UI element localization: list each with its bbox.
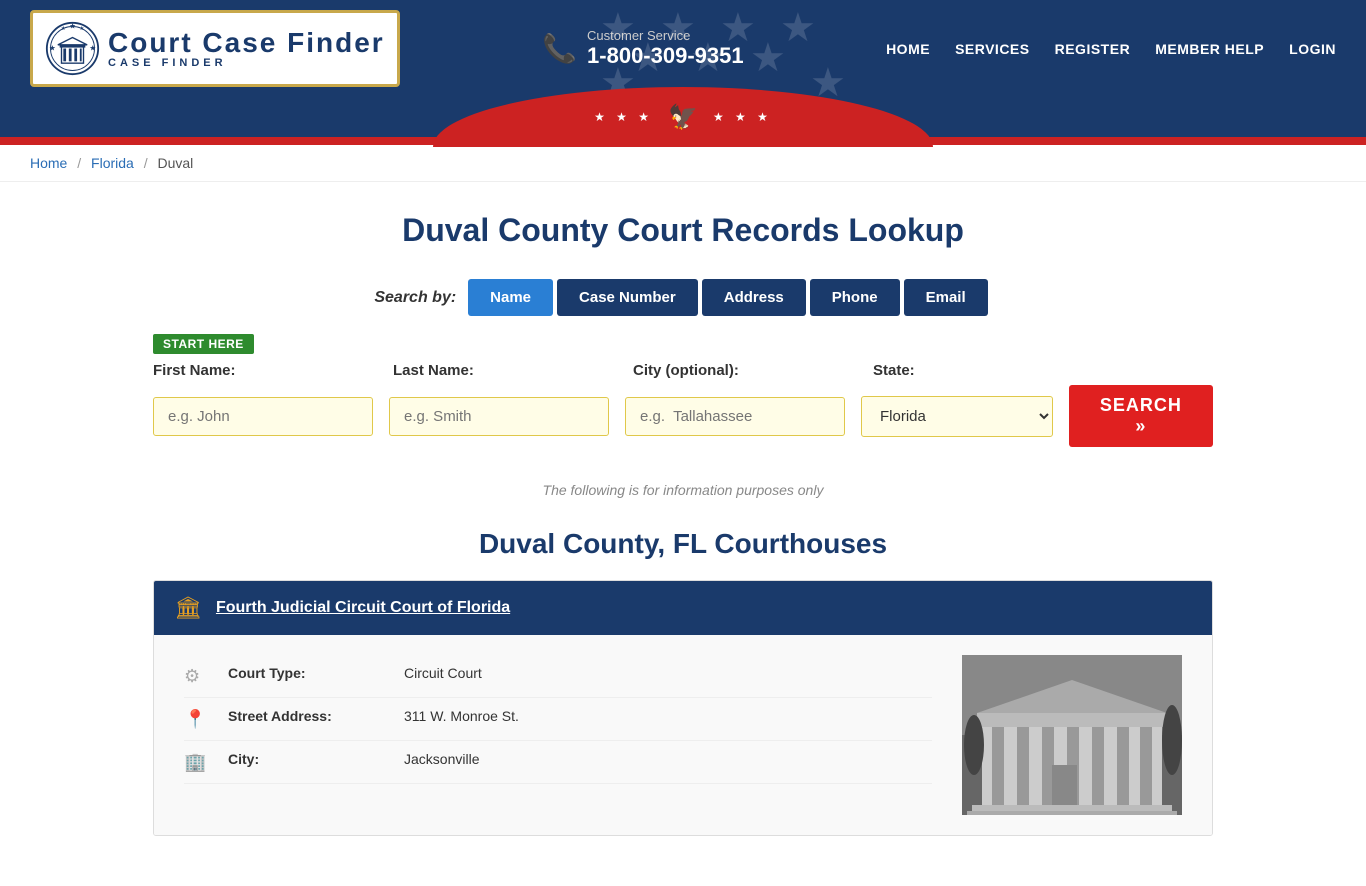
court-type-value: Circuit Court — [404, 665, 482, 681]
court-type-label: Court Type: — [228, 665, 388, 681]
nav-services[interactable]: SERVICES — [955, 41, 1030, 57]
search-form: START HERE First Name: Last Name: City (… — [153, 324, 1213, 467]
first-name-input[interactable] — [153, 397, 373, 436]
svg-text:★: ★ — [69, 21, 76, 30]
courthouse-image — [962, 655, 1182, 815]
city-detail-value: Jacksonville — [404, 751, 479, 767]
detail-row-court-type: ⚙ Court Type: Circuit Court — [184, 655, 932, 698]
eagle-icon: 🦅 — [668, 103, 698, 132]
breadcrumb-sep-2: / — [144, 155, 148, 171]
nav-member-help[interactable]: MEMBER HELP — [1155, 41, 1264, 57]
city-icon: 🏢 — [184, 752, 212, 773]
arch-eagle: ★ ★ ★ 🦅 ★ ★ ★ — [594, 103, 772, 132]
arch-stars-left: ★ ★ ★ — [594, 110, 653, 124]
search-by-label: Search by: — [374, 289, 456, 307]
courthouse-header: 🏛 Fourth Judicial Circuit Court of Flori… — [154, 581, 1212, 635]
nav-login[interactable]: LOGIN — [1289, 41, 1336, 57]
customer-service: 📞 Customer Service 1-800-309-9351 — [542, 28, 743, 69]
search-button[interactable]: SEARCH » — [1069, 385, 1213, 447]
form-inputs-row: Florida Alabama Georgia California SEARC… — [153, 385, 1213, 447]
breadcrumb-county: Duval — [158, 155, 194, 171]
breadcrumb-sep-1: / — [77, 155, 81, 171]
main-nav: HOME SERVICES REGISTER MEMBER HELP LOGIN — [886, 41, 1336, 57]
label-state: State: — [873, 362, 1093, 379]
svg-text:★: ★ — [49, 43, 56, 52]
svg-text:★: ★ — [79, 25, 84, 32]
detail-row-city: 🏢 City: Jacksonville — [184, 741, 932, 784]
building-svg — [962, 655, 1182, 815]
tab-phone[interactable]: Phone — [810, 279, 900, 316]
page-title: Duval County Court Records Lookup — [153, 212, 1213, 249]
arch-banner: ★ ★ ★ 🦅 ★ ★ ★ — [0, 97, 1366, 137]
arch-stars-right: ★ ★ ★ — [713, 110, 772, 124]
logo-emblem-icon: ★ ★ ★ ★ ★ — [45, 21, 100, 76]
address-icon: 📍 — [184, 709, 212, 730]
logo-court-label: Court Case Finder — [108, 29, 385, 57]
phone-icon: 📞 — [542, 32, 577, 65]
courthouse-body: ⚙ Court Type: Circuit Court 📍 Street Add… — [154, 635, 1212, 835]
courthouse-card: 🏛 Fourth Judicial Circuit Court of Flori… — [153, 580, 1213, 836]
breadcrumb: Home / Florida / Duval — [0, 145, 1366, 182]
start-here-badge: START HERE — [153, 334, 254, 354]
courthouse-name-link[interactable]: Fourth Judicial Circuit Court of Florida — [216, 599, 510, 617]
svg-text:★: ★ — [61, 25, 66, 32]
logo-area[interactable]: ★ ★ ★ ★ ★ Court Case Finder CASE FINDER — [30, 10, 400, 87]
address-label: Street Address: — [228, 708, 388, 724]
detail-row-address: 📍 Street Address: 311 W. Monroe St. — [184, 698, 932, 741]
cs-info: Customer Service 1-800-309-9351 — [587, 28, 744, 69]
last-name-input[interactable] — [389, 397, 609, 436]
tab-case-number[interactable]: Case Number — [557, 279, 698, 316]
search-by-row: Search by: Name Case Number Address Phon… — [153, 279, 1213, 316]
label-city: City (optional): — [633, 362, 853, 379]
site-header: ★ ★ ★ ★ ★ ★ ★ ★ ★ ★ ★ ★ ★ ★ — [0, 0, 1366, 97]
label-first-name: First Name: — [153, 362, 373, 379]
main-content: Duval County Court Records Lookup Search… — [133, 182, 1233, 886]
label-last-name: Last Name: — [393, 362, 613, 379]
cs-phone: 1-800-309-9351 — [587, 43, 744, 68]
nav-register[interactable]: REGISTER — [1055, 41, 1131, 57]
svg-text:★: ★ — [89, 43, 96, 52]
breadcrumb-state[interactable]: Florida — [91, 155, 134, 171]
courthouse-icon: 🏛 — [174, 595, 202, 621]
state-select[interactable]: Florida Alabama Georgia California — [861, 396, 1053, 437]
city-detail-label: City: — [228, 751, 388, 767]
breadcrumb-home[interactable]: Home — [30, 155, 67, 171]
form-labels-row: First Name: Last Name: City (optional): … — [153, 362, 1213, 379]
courthouse-details: ⚙ Court Type: Circuit Court 📍 Street Add… — [184, 655, 932, 815]
tab-email[interactable]: Email — [904, 279, 988, 316]
tab-address[interactable]: Address — [702, 279, 806, 316]
cs-label: Customer Service — [587, 28, 744, 43]
nav-home[interactable]: HOME — [886, 41, 930, 57]
logo-text: Court Case Finder CASE FINDER — [108, 29, 385, 69]
city-input[interactable] — [625, 397, 845, 436]
courthouses-title: Duval County, FL Courthouses — [153, 528, 1213, 560]
court-type-icon: ⚙ — [184, 666, 212, 687]
logo-box: ★ ★ ★ ★ ★ Court Case Finder CASE FINDER — [30, 10, 400, 87]
tab-name[interactable]: Name — [468, 279, 553, 316]
info-note: The following is for information purpose… — [153, 482, 1213, 498]
logo-case-finder-label: CASE FINDER — [108, 57, 385, 69]
address-value: 311 W. Monroe St. — [404, 708, 519, 724]
